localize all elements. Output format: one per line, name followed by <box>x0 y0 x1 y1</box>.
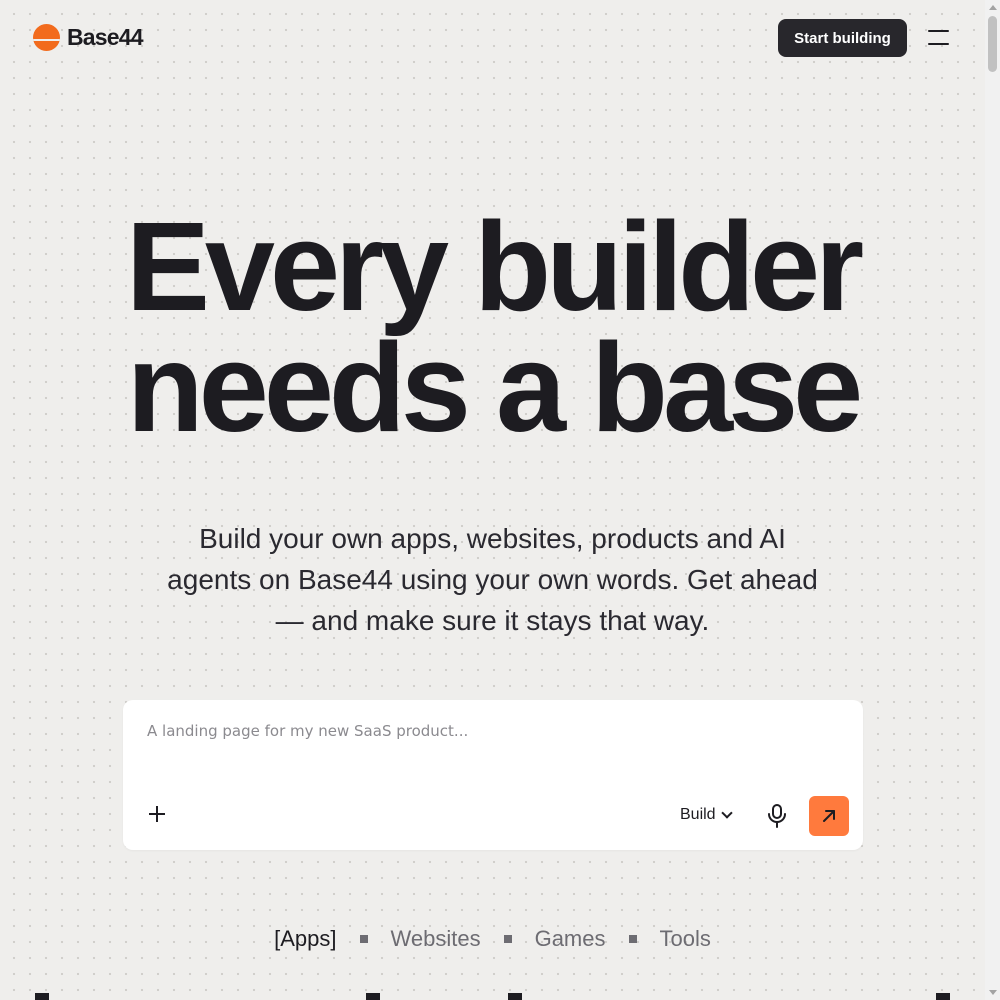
scrollbar-thumb[interactable] <box>988 16 997 72</box>
hero-title: Every builder needs a base <box>0 204 985 451</box>
hero-title-line-1: Every builder <box>125 196 864 337</box>
mode-dropdown[interactable]: Build <box>680 804 733 826</box>
hamburger-menu-icon[interactable] <box>928 29 950 47</box>
brand-name: Base44 <box>67 24 144 50</box>
separator-square <box>628 935 637 943</box>
menu-line-bottom <box>928 43 949 45</box>
send-button[interactable] <box>809 796 849 836</box>
scroll-down-arrow-icon[interactable] <box>989 990 997 995</box>
mode-label: Build <box>680 806 716 823</box>
start-building-button[interactable]: Start building <box>778 19 907 57</box>
category-tabs: [Apps] Websites Games Tools <box>0 926 985 952</box>
cropped-heading-fragment <box>936 993 950 1000</box>
separator-square <box>503 935 512 943</box>
cropped-heading-fragment <box>35 993 49 1000</box>
tab-apps[interactable]: [Apps] <box>274 926 336 952</box>
menu-line-top <box>928 30 949 32</box>
chevron-down-icon <box>720 807 733 819</box>
cropped-heading-fragment <box>508 993 522 1000</box>
vertical-scrollbar[interactable] <box>985 0 1000 1000</box>
tab-tools[interactable]: Tools <box>660 926 711 952</box>
microphone-icon[interactable] <box>766 804 788 828</box>
brand-logo[interactable]: Base44 <box>33 24 144 51</box>
cropped-heading-fragment <box>366 993 380 1000</box>
tab-games[interactable]: Games <box>535 926 606 952</box>
hero-title-line-2: needs a base <box>126 317 863 458</box>
prompt-input[interactable] <box>123 700 863 770</box>
sun-icon <box>33 24 60 51</box>
scroll-up-arrow-icon[interactable] <box>989 5 997 10</box>
tab-websites[interactable]: Websites <box>391 926 481 952</box>
prompt-box: Build <box>123 700 863 850</box>
plus-icon[interactable] <box>147 804 167 824</box>
arrow-up-right-icon <box>823 810 835 822</box>
hero-subtitle: Build your own apps, websites, products … <box>167 523 818 636</box>
separator-square <box>359 935 368 943</box>
landing-page: Base44 Start building Every builder need… <box>0 0 985 1000</box>
